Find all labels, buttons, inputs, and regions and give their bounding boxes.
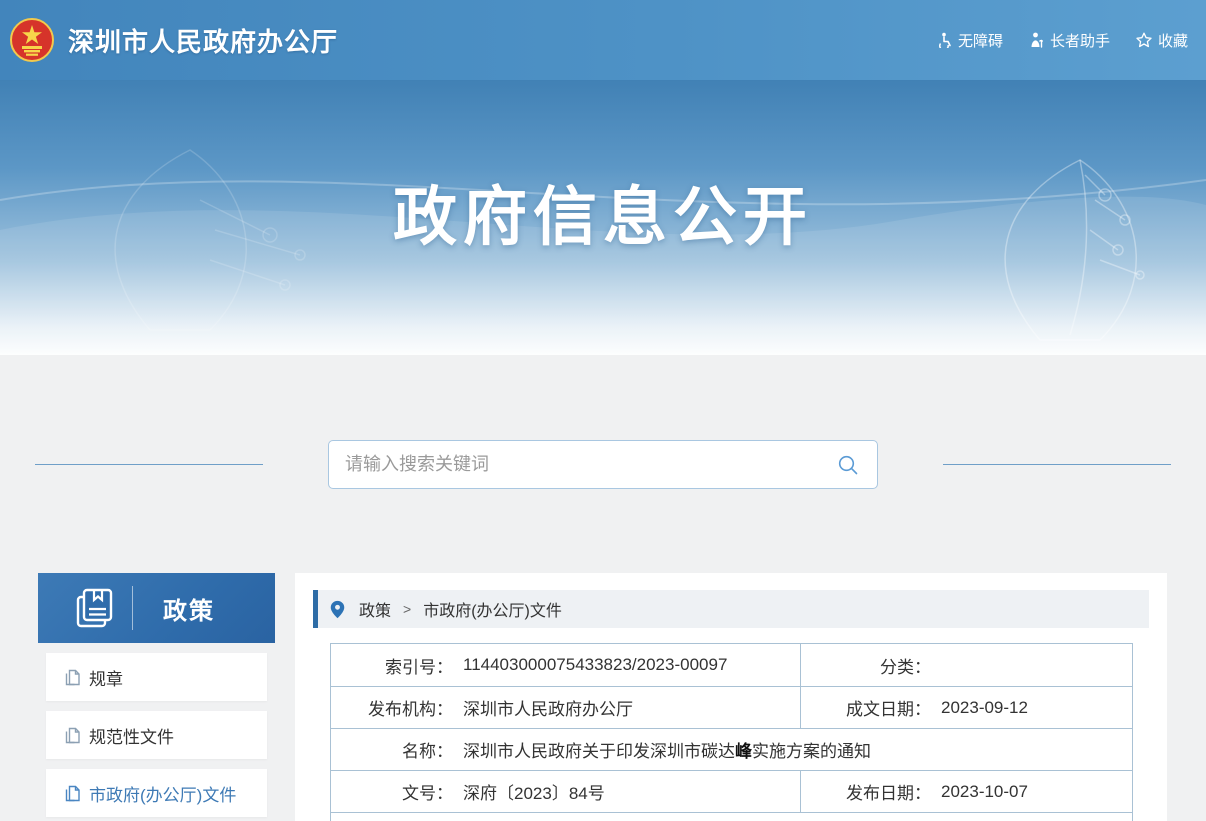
sidebar-item-label: 规范性文件 [89, 723, 174, 748]
sidebar-item-municipal-documents[interactable]: 市政府(办公厅)文件 [46, 769, 267, 817]
top-header-bar: 深圳市人民政府办公厅 无障碍 长者助手 [0, 0, 1206, 80]
document-number-value: 深府〔2023〕84号 [463, 779, 605, 804]
document-icon [65, 669, 81, 686]
topbar-links: 无障碍 长者助手 收藏 [936, 0, 1188, 80]
partial-row-cell [331, 813, 1132, 821]
category-cell: 分类： [801, 644, 1132, 686]
table-row: 文号： 深府〔2023〕84号 发布日期： 2023-10-07 [331, 770, 1132, 812]
breadcrumb-item-policy[interactable]: 政策 [359, 597, 391, 621]
main-content-panel: 政策 > 市政府(办公厅)文件 索引号： 114403000075433823/… [295, 573, 1167, 821]
document-number-cell: 文号： 深府〔2023〕84号 [331, 771, 801, 812]
hero-banner: 政府信息公开 [0, 80, 1206, 355]
publish-date-cell: 发布日期： 2023-10-07 [801, 771, 1132, 812]
elder-assist-label: 长者助手 [1050, 30, 1110, 51]
search-box [328, 440, 878, 489]
sidebar-header: 政策 [38, 573, 275, 643]
elder-assist-icon [1029, 32, 1044, 48]
category-label: 分类： [801, 653, 931, 678]
elder-assist-link[interactable]: 长者助手 [1029, 30, 1110, 51]
sidebar-item-normative-documents[interactable]: 规范性文件 [46, 711, 267, 759]
written-date-value: 2023-09-12 [941, 698, 1028, 718]
page-title: 政府信息公开 [0, 166, 1206, 258]
content-section: 政策 规章 规范性文件 [0, 355, 1206, 821]
accessibility-icon [936, 32, 952, 48]
breadcrumb-separator: > [403, 601, 411, 617]
written-date-cell: 成文日期： 2023-09-12 [801, 687, 1132, 728]
breadcrumb-item-municipal-documents[interactable]: 市政府(办公厅)文件 [423, 597, 562, 621]
search-input[interactable] [345, 454, 835, 475]
sidebar-item-label: 规章 [89, 665, 123, 690]
table-row: 索引号： 114403000075433823/2023-00097 分类： [331, 644, 1132, 686]
document-name-text-pre: 深圳市人民政府关于印发深圳市碳达 [463, 742, 735, 761]
search-button[interactable] [835, 452, 861, 478]
site-title: 深圳市人民政府办公厅 [68, 22, 338, 59]
document-name-highlighted-keyword: 峰 [735, 742, 752, 761]
written-date-label: 成文日期： [801, 695, 931, 720]
breadcrumb: 政策 > 市政府(办公厅)文件 [313, 590, 1149, 628]
sidebar-item-regulations[interactable]: 规章 [46, 653, 267, 701]
location-pin-icon [330, 600, 345, 619]
issuing-agency-label: 发布机构： [331, 695, 453, 720]
publish-date-label: 发布日期： [801, 779, 931, 804]
decorative-line-right [943, 464, 1171, 465]
document-info-table: 索引号： 114403000075433823/2023-00097 分类： 发… [330, 643, 1133, 821]
document-name-value: 深圳市人民政府关于印发深圳市碳达峰实施方案的通知 [463, 737, 871, 762]
publish-date-value: 2023-10-07 [941, 782, 1028, 802]
sidebar-header-divider [132, 586, 133, 630]
book-icon [72, 585, 116, 631]
index-number-value: 114403000075433823/2023-00097 [463, 655, 727, 675]
index-number-label: 索引号： [331, 653, 453, 678]
accessibility-label: 无障碍 [958, 30, 1003, 51]
national-emblem-logo [10, 16, 54, 64]
document-name-label: 名称： [331, 737, 453, 762]
accessibility-link[interactable]: 无障碍 [936, 30, 1003, 51]
decorative-line-left [35, 464, 263, 465]
favorite-label: 收藏 [1158, 30, 1188, 51]
search-icon [837, 454, 859, 476]
star-icon [1136, 32, 1152, 48]
table-row-partial [331, 812, 1132, 821]
document-name-text-post: 实施方案的通知 [752, 742, 871, 761]
sidebar-item-label: 市政府(办公厅)文件 [89, 781, 236, 806]
table-row: 发布机构： 深圳市人民政府办公厅 成文日期： 2023-09-12 [331, 686, 1132, 728]
document-number-label: 文号： [331, 779, 453, 804]
issuing-agency-value: 深圳市人民政府办公厅 [463, 695, 633, 720]
table-row: 名称： 深圳市人民政府关于印发深圳市碳达峰实施方案的通知 [331, 728, 1132, 770]
issuing-agency-cell: 发布机构： 深圳市人民政府办公厅 [331, 687, 801, 728]
sidebar-title: 政策 [163, 591, 215, 626]
favorite-link[interactable]: 收藏 [1136, 30, 1188, 51]
index-number-cell: 索引号： 114403000075433823/2023-00097 [331, 644, 801, 686]
document-icon [65, 727, 81, 744]
page-root: 深圳市人民政府办公厅 无障碍 长者助手 [0, 0, 1206, 821]
document-name-cell: 名称： 深圳市人民政府关于印发深圳市碳达峰实施方案的通知 [331, 729, 1132, 770]
document-icon [65, 785, 81, 802]
policy-sidebar: 政策 规章 规范性文件 [38, 573, 275, 817]
